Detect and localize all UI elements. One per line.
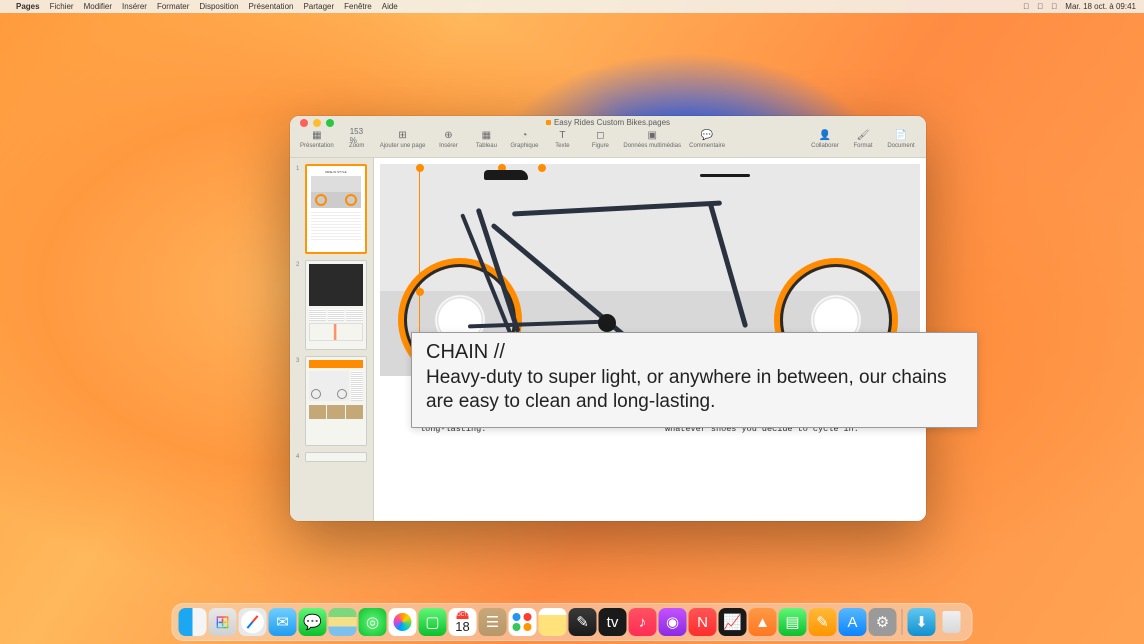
menu-share[interactable]: Partager bbox=[303, 2, 334, 11]
format-button[interactable]: 🖌 Format bbox=[848, 130, 878, 149]
collaborate-icon: 👤 bbox=[818, 130, 832, 142]
menubar: Pages Fichier Modifier Insérer Formater … bbox=[0, 0, 1144, 13]
format-icon: 🖌 bbox=[856, 130, 870, 142]
dock-notes[interactable] bbox=[539, 608, 567, 636]
shape-button[interactable]: ◻ Figure bbox=[585, 130, 615, 149]
dock-numbers[interactable]: ▤ bbox=[779, 608, 807, 636]
insert-icon: ⊕ bbox=[441, 130, 455, 142]
dock-mail[interactable]: ✉ bbox=[269, 608, 297, 636]
table-button[interactable]: ▦ Tableau bbox=[471, 130, 501, 149]
zoom-dropdown[interactable]: 153 % Zoom bbox=[342, 130, 372, 149]
add-page-button[interactable]: ⊞ Ajouter une page bbox=[380, 130, 426, 149]
dock-safari[interactable] bbox=[239, 608, 267, 636]
dock-calendar[interactable]: OCT.18 bbox=[449, 608, 477, 636]
dock-finder[interactable] bbox=[179, 608, 207, 636]
dock-settings[interactable]: ⚙ bbox=[869, 608, 897, 636]
document-title[interactable]: Easy Rides Custom Bikes.pages bbox=[546, 118, 670, 127]
dock-reminders[interactable] bbox=[509, 608, 537, 636]
dock-freeform[interactable]: ✎ bbox=[569, 608, 597, 636]
thumbnail-sidebar: 1 RIDE IN STYLE 2 3 bbox=[290, 158, 374, 521]
pages-window: Easy Rides Custom Bikes.pages ▦ Présenta… bbox=[290, 116, 926, 521]
media-button[interactable]: ▣ Données multimédias bbox=[623, 130, 681, 149]
dock-facetime[interactable]: ▢ bbox=[419, 608, 447, 636]
dock: ⊞ ✉ 💬 ◎ ▢ OCT.18 ☰ ✎ tv ♪ ◉ N 📈 ▲ ▤ ✎ A … bbox=[172, 603, 973, 641]
document-icon-btn: 📄 bbox=[894, 130, 908, 142]
menu-arrange[interactable]: Disposition bbox=[199, 2, 238, 11]
shape-icon: ◻ bbox=[593, 130, 607, 142]
dock-contacts[interactable]: ☰ bbox=[479, 608, 507, 636]
collaborate-button[interactable]: 👤 Collaborer bbox=[810, 130, 840, 149]
spotlight-icon[interactable]: 􀊫 bbox=[1037, 2, 1043, 11]
popup-body: Heavy-duty to super light, or anywhere i… bbox=[426, 366, 963, 415]
menubar-datetime[interactable]: Mar. 18 oct. à 09:41 bbox=[1065, 2, 1136, 11]
page-thumbnail-4[interactable]: 4 bbox=[296, 452, 367, 462]
chart-button[interactable]: ◔ Graphique bbox=[509, 130, 539, 149]
dock-separator bbox=[902, 609, 903, 635]
add-page-icon: ⊞ bbox=[396, 130, 410, 142]
menu-help[interactable]: Aide bbox=[382, 2, 398, 11]
menu-window[interactable]: Fenêtre bbox=[344, 2, 372, 11]
table-icon: ▦ bbox=[479, 130, 493, 142]
dock-stocks[interactable]: 📈 bbox=[719, 608, 747, 636]
dock-appstore[interactable]: A bbox=[839, 608, 867, 636]
dock-trash[interactable] bbox=[938, 608, 966, 636]
document-icon bbox=[546, 120, 551, 125]
page-thumbnail-2[interactable]: 2 bbox=[296, 260, 367, 350]
view-button[interactable]: ▦ Présentation bbox=[300, 130, 334, 149]
dock-tv[interactable]: tv bbox=[599, 608, 627, 636]
zoom-value: 153 % bbox=[350, 130, 364, 142]
comment-icon: 💬 bbox=[700, 130, 714, 142]
menu-view[interactable]: Présentation bbox=[249, 2, 294, 11]
document-button[interactable]: 📄 Document bbox=[886, 130, 916, 149]
hover-text-popup: CHAIN // Heavy-duty to super light, or a… bbox=[411, 332, 978, 428]
menu-file[interactable]: Fichier bbox=[50, 2, 74, 11]
view-icon: ▦ bbox=[310, 130, 324, 142]
control-center-icon[interactable]: 􀜊 bbox=[1051, 2, 1057, 11]
wifi-icon[interactable]: 􀙇 bbox=[1023, 2, 1029, 11]
page-thumbnail-1[interactable]: 1 RIDE IN STYLE bbox=[296, 164, 367, 254]
titlebar: Easy Rides Custom Bikes.pages ▦ Présenta… bbox=[290, 116, 926, 158]
callout-marker bbox=[538, 164, 546, 172]
text-button[interactable]: T Texte bbox=[547, 130, 577, 149]
callout-marker bbox=[416, 164, 424, 172]
popup-title: CHAIN // bbox=[426, 341, 963, 364]
chart-icon: ◔ bbox=[517, 130, 531, 142]
menu-edit[interactable]: Modifier bbox=[84, 2, 112, 11]
close-button[interactable] bbox=[300, 119, 308, 127]
dock-findmy[interactable]: ◎ bbox=[359, 608, 387, 636]
dock-books[interactable]: ▲ bbox=[749, 608, 777, 636]
dock-messages[interactable]: 💬 bbox=[299, 608, 327, 636]
comment-button[interactable]: 💬 Commentaire bbox=[689, 130, 725, 149]
dock-music[interactable]: ♪ bbox=[629, 608, 657, 636]
window-controls bbox=[300, 119, 334, 127]
dock-launchpad[interactable]: ⊞ bbox=[209, 608, 237, 636]
menu-insert[interactable]: Insérer bbox=[122, 2, 147, 11]
fullscreen-button[interactable] bbox=[326, 119, 334, 127]
text-icon: T bbox=[555, 130, 569, 142]
dock-downloads[interactable]: ⬇ bbox=[908, 608, 936, 636]
menu-format[interactable]: Formater bbox=[157, 2, 189, 11]
minimize-button[interactable] bbox=[313, 119, 321, 127]
media-icon: ▣ bbox=[645, 130, 659, 142]
dock-news[interactable]: N bbox=[689, 608, 717, 636]
insert-button[interactable]: ⊕ Insérer bbox=[433, 130, 463, 149]
page-thumbnail-3[interactable]: 3 bbox=[296, 356, 367, 446]
dock-podcasts[interactable]: ◉ bbox=[659, 608, 687, 636]
dock-pages[interactable]: ✎ bbox=[809, 608, 837, 636]
document-title-text: Easy Rides Custom Bikes.pages bbox=[554, 118, 670, 127]
dock-maps[interactable] bbox=[329, 608, 357, 636]
dock-photos[interactable] bbox=[389, 608, 417, 636]
toolbar: ▦ Présentation 153 % Zoom ⊞ Ajouter une … bbox=[290, 130, 926, 157]
callout-leader bbox=[419, 172, 420, 288]
app-menu[interactable]: Pages bbox=[16, 2, 40, 11]
